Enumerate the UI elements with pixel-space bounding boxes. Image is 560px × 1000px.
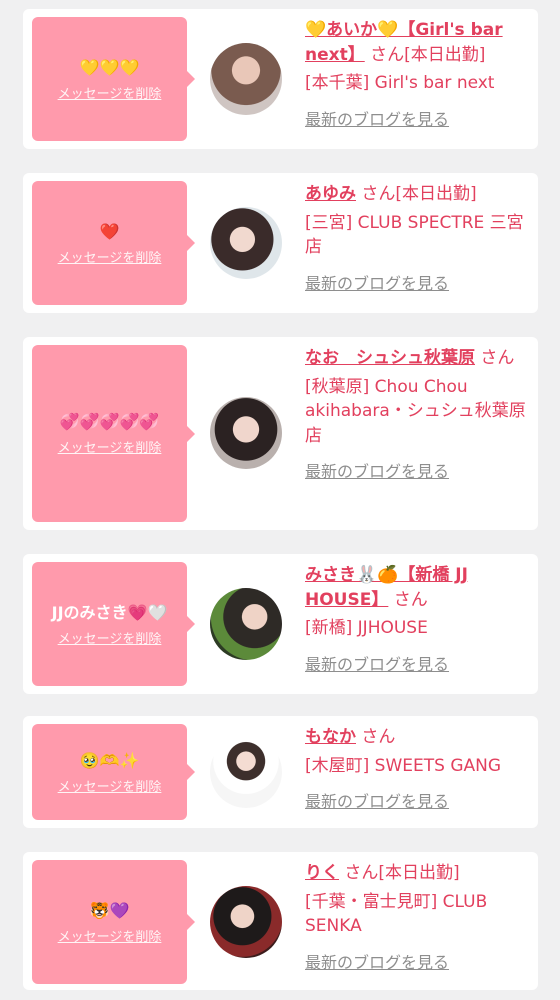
delete-message-link[interactable]: メッセージを削除	[58, 776, 162, 795]
status-text: [本日出勤]	[378, 863, 460, 883]
delete-message-link[interactable]: メッセージを削除	[58, 83, 162, 102]
message-bubble: ❤️ メッセージを削除	[32, 181, 195, 305]
cast-name-link[interactable]: りく	[305, 863, 339, 883]
shop-text: [秋葉原] Chou Chou akihabara・シュシュ秋葉原店	[305, 376, 526, 446]
cast-name-link[interactable]: みさき🐰🍊【新橋 JJ HOUSE】	[305, 565, 468, 610]
shop-text: [木屋町] SWEETS GANG	[305, 755, 502, 776]
message-card: 🐯💜 メッセージを削除 りく さん[本日出勤] [千葉・富士見町] CLUB S…	[23, 852, 538, 990]
shop-text: [千葉・富士見町] CLUB SENKA	[305, 891, 488, 937]
message-text: 🥹🫶✨	[79, 750, 140, 770]
view-blog-link[interactable]: 最新のブログを見る	[305, 272, 449, 297]
message-text: 💛💛💛	[79, 57, 140, 77]
message-card: 💞💞💞💞💞 メッセージを削除 なお シュシュ秋葉原 さん [秋葉原] Chou …	[23, 337, 538, 530]
message-card: 💛💛💛 メッセージを削除 💛あいか💛【Girl's bar next】 さん[本…	[23, 9, 538, 149]
message-bubble: 💞💞💞💞💞 メッセージを削除	[32, 345, 195, 522]
message-card: ❤️ メッセージを削除 あゆみ さん[本日出勤] [三宮] CLUB SPECT…	[23, 173, 538, 313]
avatar[interactable]	[210, 207, 282, 279]
message-text: 🐯💜	[89, 900, 130, 920]
message-bubble: 💛💛💛 メッセージを削除	[32, 17, 195, 141]
delete-message-link[interactable]: メッセージを削除	[58, 628, 162, 647]
view-blog-link[interactable]: 最新のブログを見る	[305, 460, 449, 485]
delete-message-link[interactable]: メッセージを削除	[58, 926, 162, 945]
message-card: 🥹🫶✨ メッセージを削除 もなか さん [木屋町] SWEETS GANG 最新…	[23, 716, 538, 828]
message-bubble: 🥹🫶✨ メッセージを削除	[32, 724, 195, 820]
cast-name-link[interactable]: あゆみ	[305, 184, 356, 204]
honorific: さん	[344, 863, 379, 883]
delete-message-link[interactable]: メッセージを削除	[58, 247, 162, 266]
honorific: さん	[370, 44, 405, 65]
view-blog-link[interactable]: 最新のブログを見る	[305, 108, 449, 133]
message-bubble: JJのみさき💗🤍 メッセージを削除	[32, 562, 195, 686]
avatar[interactable]	[210, 397, 282, 469]
status-text: [本日出勤]	[404, 44, 486, 65]
avatar[interactable]	[210, 43, 282, 115]
view-blog-link[interactable]: 最新のブログを見る	[305, 951, 449, 976]
message-card: JJのみさき💗🤍 メッセージを削除 みさき🐰🍊【新橋 JJ HOUSE】 さん …	[23, 554, 538, 694]
cast-info: みさき🐰🍊【新橋 JJ HOUSE】 さん [新橋] JJHOUSE 最新のブロ…	[305, 563, 530, 677]
avatar[interactable]	[210, 886, 282, 958]
avatar[interactable]	[210, 588, 282, 660]
cast-info: なお シュシュ秋葉原 さん [秋葉原] Chou Chou akihabara・…	[305, 346, 530, 485]
honorific: さん	[393, 589, 428, 610]
cast-name-link[interactable]: もなか	[305, 727, 356, 747]
honorific: さん	[361, 727, 396, 747]
message-text: ❤️	[99, 221, 120, 241]
view-blog-link[interactable]: 最新のブログを見る	[305, 653, 449, 678]
cast-info: 💛あいか💛【Girl's bar next】 さん[本日出勤] [本千葉] Gi…	[305, 18, 530, 132]
honorific: さん	[361, 184, 396, 204]
shop-text: [三宮] CLUB SPECTRE 三宮店	[305, 212, 524, 258]
cast-info: りく さん[本日出勤] [千葉・富士見町] CLUB SENKA 最新のブログを…	[305, 861, 530, 975]
message-text: JJのみさき💗🤍	[51, 602, 168, 622]
cast-info: あゆみ さん[本日出勤] [三宮] CLUB SPECTRE 三宮店 最新のブロ…	[305, 182, 530, 296]
avatar[interactable]	[210, 736, 282, 808]
cast-name-link[interactable]: なお シュシュ秋葉原	[305, 348, 475, 368]
delete-message-link[interactable]: メッセージを削除	[58, 437, 162, 456]
shop-text: [新橋] JJHOUSE	[305, 618, 428, 638]
view-blog-link[interactable]: 最新のブログを見る	[305, 790, 449, 815]
shop-text: [本千葉] Girl's bar next	[305, 73, 495, 93]
honorific: さん	[480, 348, 515, 368]
message-bubble: 🐯💜 メッセージを削除	[32, 860, 195, 984]
status-text: [本日出勤]	[395, 184, 477, 204]
cast-info: もなか さん [木屋町] SWEETS GANG 最新のブログを見る	[305, 725, 530, 815]
message-text: 💞💞💞💞💞	[59, 412, 160, 431]
